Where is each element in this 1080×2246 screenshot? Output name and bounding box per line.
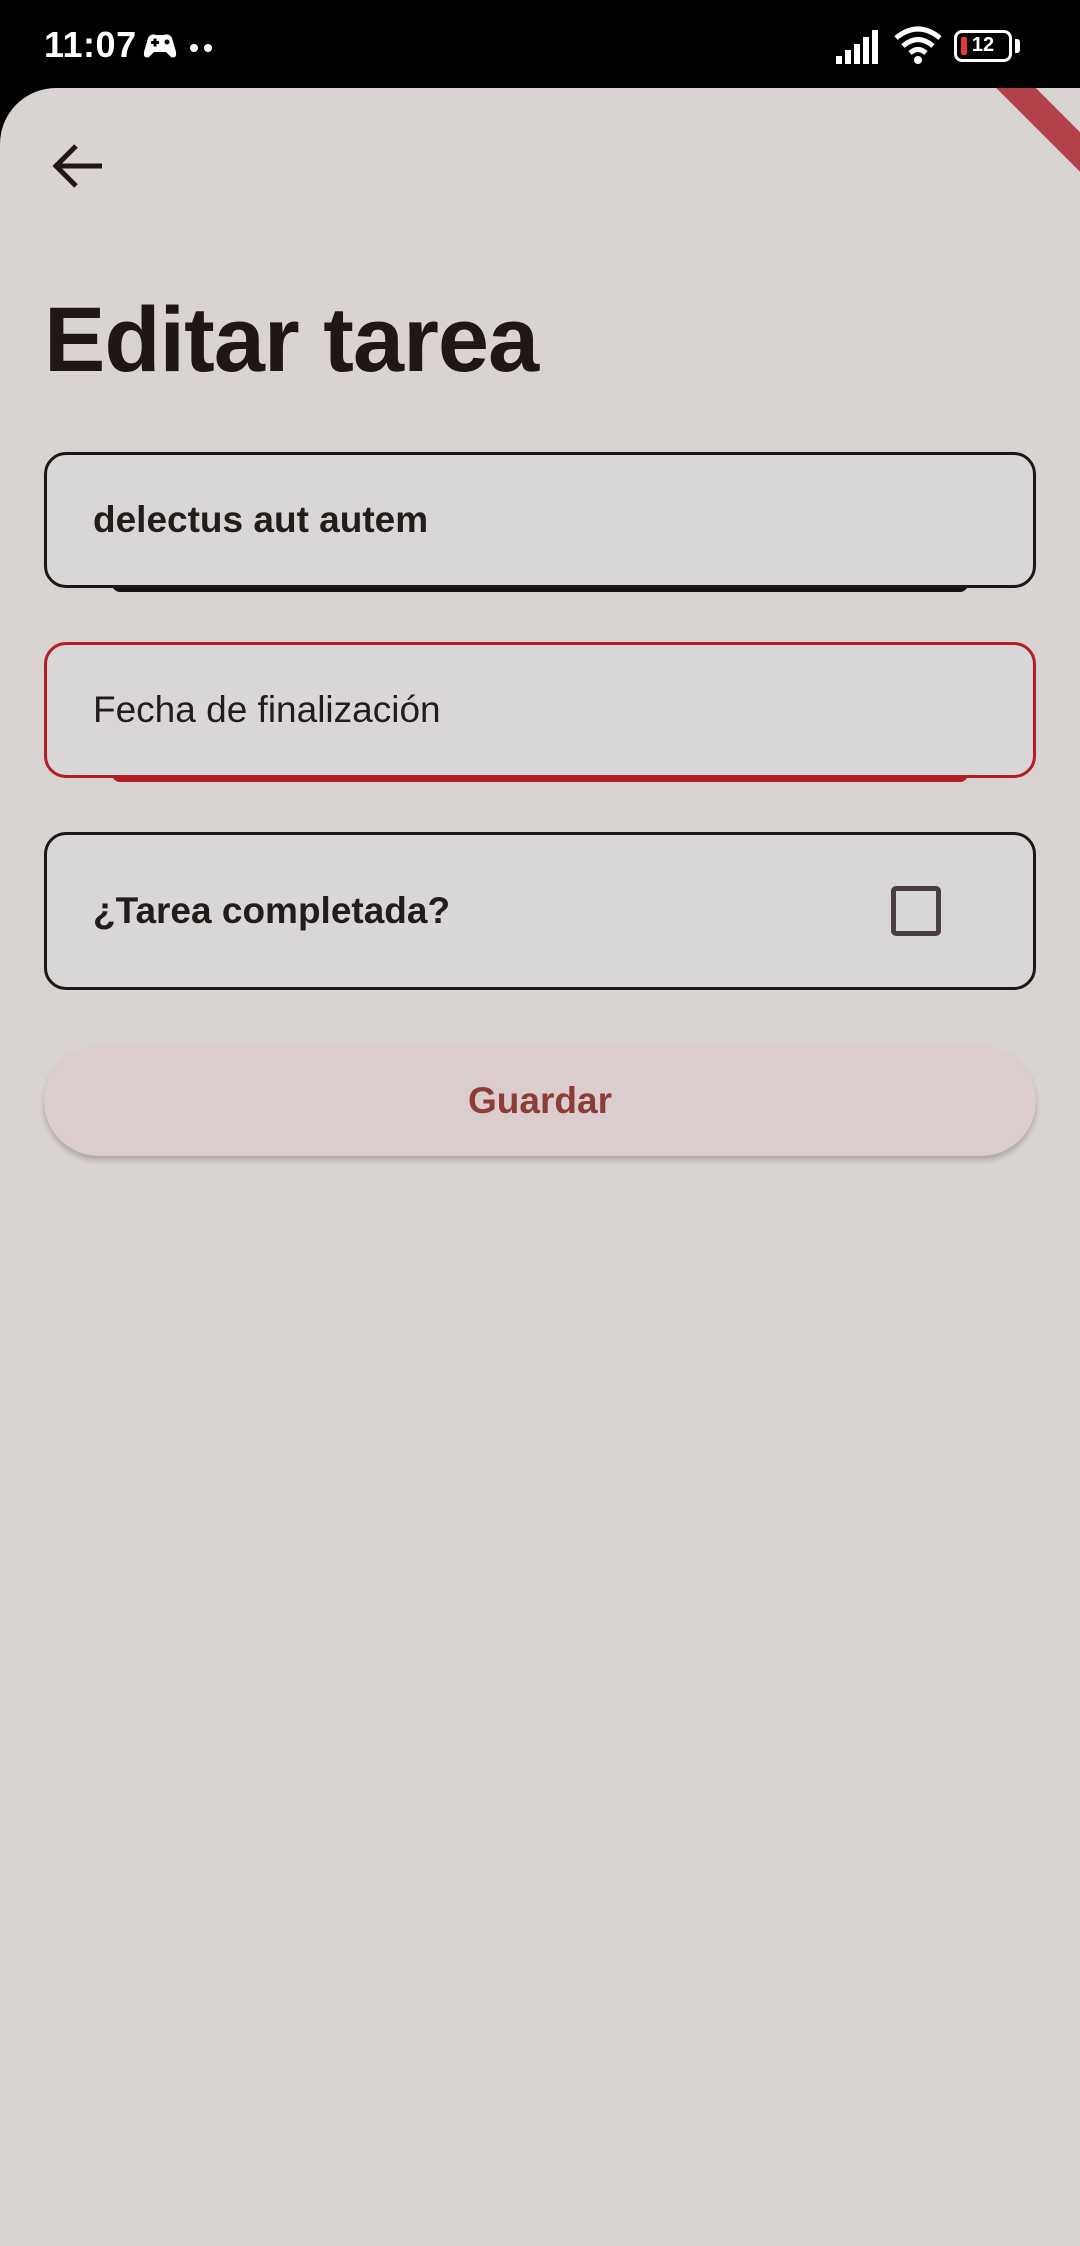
completed-row[interactable]: ¿Tarea completada?: [44, 832, 1036, 990]
cellular-signal-icon: [836, 30, 880, 69]
game-controller-icon: [142, 30, 178, 67]
save-button-label: Guardar: [468, 1080, 612, 1121]
end-date-input[interactable]: Fecha de finalización: [44, 642, 1036, 778]
battery-level: 12: [971, 34, 995, 56]
battery-tip: [1015, 39, 1020, 53]
notification-dots-icon: [190, 40, 214, 58]
completed-checkbox[interactable]: [891, 886, 941, 936]
save-button[interactable]: Guardar: [44, 1046, 1036, 1156]
end-date-field[interactable]: Fecha de finalización: [44, 642, 1036, 782]
debug-banner: [961, 88, 1080, 195]
status-bar: 11:07 12: [0, 0, 1080, 90]
status-time: 11:07: [44, 24, 137, 65]
battery-icon: 12: [954, 30, 1012, 62]
back-button[interactable]: [42, 130, 114, 202]
page-title: Editar tarea: [44, 289, 539, 391]
end-date-placeholder: Fecha de finalización: [93, 689, 441, 730]
task-title-value: delectus aut autem: [93, 499, 429, 540]
task-title-input[interactable]: delectus aut autem: [44, 452, 1036, 588]
edit-task-screen: Editar tarea delectus aut autem Fecha de…: [0, 88, 1080, 2246]
arrow-back-icon: [52, 144, 102, 188]
wifi-icon: [894, 26, 942, 69]
completed-label: ¿Tarea completada?: [93, 890, 451, 931]
task-title-field[interactable]: delectus aut autem: [44, 452, 1036, 592]
completed-field[interactable]: ¿Tarea completada?: [44, 832, 1036, 990]
